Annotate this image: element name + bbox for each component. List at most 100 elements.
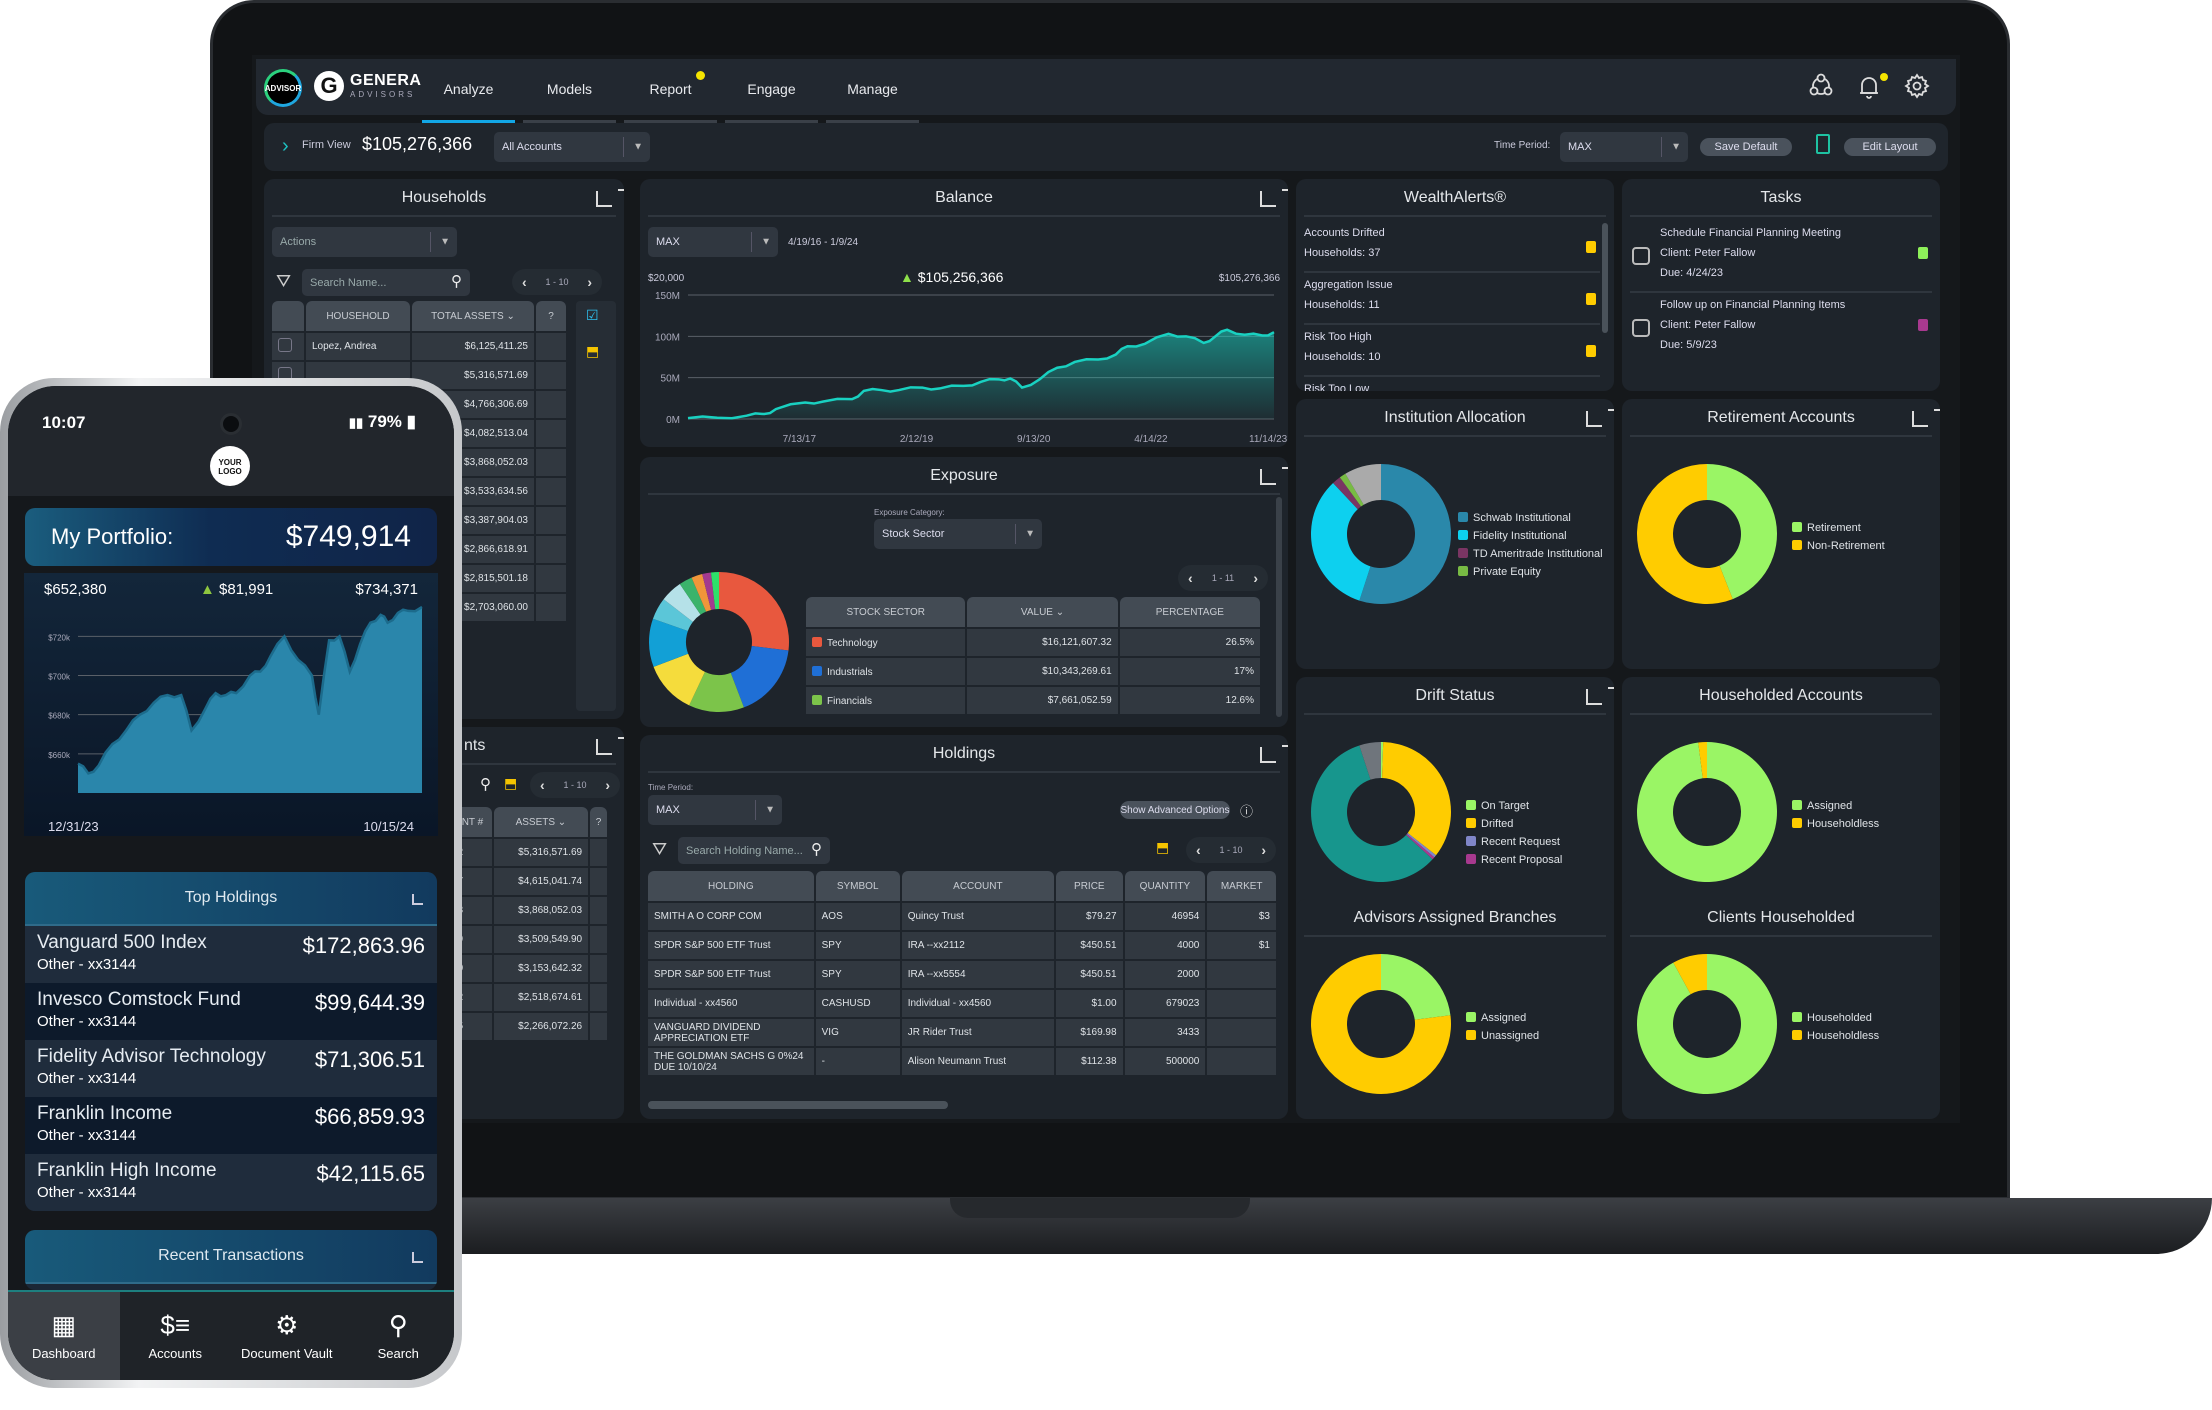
filter-icon[interactable]: ⛛ [652,839,667,860]
column-header-percentage[interactable]: PERCENTAGE [1119,597,1260,627]
column-header-stock-sector[interactable]: STOCK SECTOR [806,597,966,627]
expand-chevron-icon[interactable]: › [282,135,289,158]
table-row[interactable]: 40$3,153,642.32 [446,955,607,982]
legend-item[interactable]: Unassigned [1466,1027,1539,1045]
legend-item[interactable]: Fidelity Institutional [1458,527,1603,545]
table-row[interactable]: Financials $7,661,052.59 12.6% [806,687,1260,714]
exposure-category-select[interactable]: Stock Sector ▼ [874,519,1042,549]
expand-icon[interactable] [412,1252,423,1263]
nav-tab-analyze[interactable]: Analyze [422,59,515,125]
next-icon[interactable]: › [1253,570,1258,586]
column-header-total-assets[interactable]: TOTAL ASSETS ⌄ [412,301,534,331]
legend-item[interactable]: TD Ameritrade Institutional [1458,545,1603,563]
prev-icon[interactable]: ‹ [522,274,527,290]
table-row[interactable]: 77$4,615,041.74 [446,868,607,895]
legend-item[interactable]: Recent Proposal [1466,851,1562,869]
mobile-tab-search[interactable]: ⚲ Search [343,1292,455,1380]
column-header-symbol[interactable]: SYMBOL [815,871,900,901]
legend-item[interactable]: Recent Request [1466,833,1562,851]
expand-icon[interactable] [1260,745,1288,763]
edit-layout-button[interactable]: Edit Layout [1844,138,1936,156]
top-holding-row[interactable]: Franklin Income Other - xx3144 $66,859.93 [25,1097,437,1154]
wealth-alert-item[interactable]: Accounts Drifted Households: 37 [1304,223,1600,273]
notifications-bell-icon[interactable] [1854,71,1888,101]
task-item[interactable]: Schedule Financial Planning Meeting Clien… [1630,223,1932,293]
legend-item[interactable]: Non-Retirement [1792,537,1885,555]
row-checkbox[interactable] [278,338,292,352]
column-header-help[interactable]: ? [590,807,607,837]
column-header-holding[interactable]: HOLDING [648,871,814,901]
search-icon[interactable]: ⚲ [811,840,822,858]
scrollbar[interactable] [1276,497,1282,717]
exposure-pager[interactable]: ‹ 1 - 11 › [1178,565,1268,591]
table-row[interactable]: 33$3,868,052.03 [446,897,607,924]
table-row[interactable]: Industrials $10,343,269.61 17% [806,658,1260,685]
legend-item[interactable]: Private Equity [1458,563,1603,581]
table-row[interactable]: THE GOLDMAN SACHS G 0%24 DUE 10/10/24- Al… [648,1048,1276,1075]
task-item[interactable]: Follow up on Financial Planning Items Cli… [1630,295,1932,365]
top-holding-row[interactable]: Vanguard 500 Index Other - xx3144 $172,863… [25,926,437,983]
scrollbar[interactable] [1602,223,1608,333]
wealth-alert-item[interactable]: Risk Too Low [1304,379,1600,391]
legend-item[interactable]: On Target [1466,797,1562,815]
table-row[interactable]: VANGUARD DIVIDEND APPRECIATION ETF VIG JR … [648,1019,1276,1046]
legend-item[interactable]: Schwab Institutional [1458,509,1603,527]
column-chooser-icon[interactable]: ☑ [586,307,599,324]
expand-icon[interactable] [596,737,624,755]
expand-icon[interactable] [1586,687,1614,705]
column-header-household[interactable]: HOUSEHOLD [306,301,410,331]
column-header-price[interactable]: PRICE [1056,871,1123,901]
accounts-select[interactable]: All Accounts ▼ [494,132,650,162]
balance-period-select[interactable]: MAX ▼ [648,227,778,257]
holdings-time-period-select[interactable]: MAX ▼ [648,795,782,825]
next-icon[interactable]: › [605,777,610,793]
expand-icon[interactable] [1912,409,1940,427]
column-header-assets[interactable]: ASSETS ⌄ [493,807,589,837]
legend-item[interactable]: Drifted [1466,815,1562,833]
actions-select[interactable]: Actions ▼ [272,227,457,257]
table-row[interactable]: SPDR S&P 500 ETF Trust SPY IRA --xx5554 $45… [648,961,1276,988]
search-icon[interactable]: ⚲ [451,272,462,290]
table-row[interactable]: SMITH A O CORP COM AOS Quincy Trust $79.27 4… [648,903,1276,930]
show-advanced-options-button[interactable]: Show Advanced Options [1120,801,1230,819]
nav-tab-models[interactable]: Models [523,59,616,125]
shapes-list-icon[interactable]: ⬒ [1156,839,1169,856]
shapes-list-icon[interactable]: ⬒ [586,343,599,360]
collaboration-icon[interactable] [1806,71,1836,101]
nav-tab-report[interactable]: Report [624,59,717,125]
legend-item[interactable]: Retirement [1792,519,1885,537]
task-checkbox[interactable] [1632,319,1650,337]
shapes-list-icon[interactable]: ⬒ [504,775,517,792]
household-name-cell[interactable]: Lopez, Andrea [306,333,410,360]
table-row[interactable]: 35$2,266,072.26 [446,1013,607,1040]
top-holding-row[interactable]: Fidelity Advisor Technology Other - xx314… [25,1040,437,1097]
legend-item[interactable]: Householded [1792,1009,1879,1027]
info-list-icon[interactable]: ⓘ [1240,801,1253,820]
column-header-help[interactable]: ? [536,301,566,331]
table-row[interactable]: Technology $16,121,607.32 26.5% [806,629,1260,656]
expand-icon[interactable] [1260,189,1288,207]
my-portfolio-banner[interactable]: My Portfolio: $749,914 [25,508,437,566]
time-period-select[interactable]: MAX ▼ [1560,132,1688,162]
next-icon[interactable]: › [1261,842,1266,858]
report-document-icon[interactable] [1816,134,1830,154]
wealth-alert-item[interactable]: Risk Too High Households: 10 [1304,327,1600,377]
holding-search-input[interactable]: Search Holding Name... ⚲ [678,837,830,864]
prev-icon[interactable]: ‹ [1188,570,1193,586]
prev-icon[interactable]: ‹ [540,777,545,793]
mobile-tab-document-vault[interactable]: ⚙ Document Vault [231,1292,343,1380]
households-pager[interactable]: ‹ 1 - 10 › [512,269,602,295]
mobile-tab-dashboard[interactable]: ▦ Dashboard [8,1292,120,1380]
nav-tab-engage[interactable]: Engage [725,59,818,125]
table-row[interactable]: 32$5,316,571.69 [446,839,607,866]
expand-icon[interactable] [596,189,624,207]
prev-icon[interactable]: ‹ [1196,842,1201,858]
holdings-pager[interactable]: ‹ 1 - 10 › [1186,837,1276,863]
column-header-quantity[interactable]: QUANTITY [1124,871,1206,901]
next-icon[interactable]: › [587,274,592,290]
column-header-market[interactable]: MARKET [1207,871,1276,901]
table-row[interactable]: Individual - xx4560 CASHUSD Individual - x… [648,990,1276,1017]
nav-tab-manage[interactable]: Manage [826,59,919,125]
accounts-pager[interactable]: ‹ 1 - 10 › [530,772,620,798]
save-default-button[interactable]: Save Default [1700,138,1792,156]
